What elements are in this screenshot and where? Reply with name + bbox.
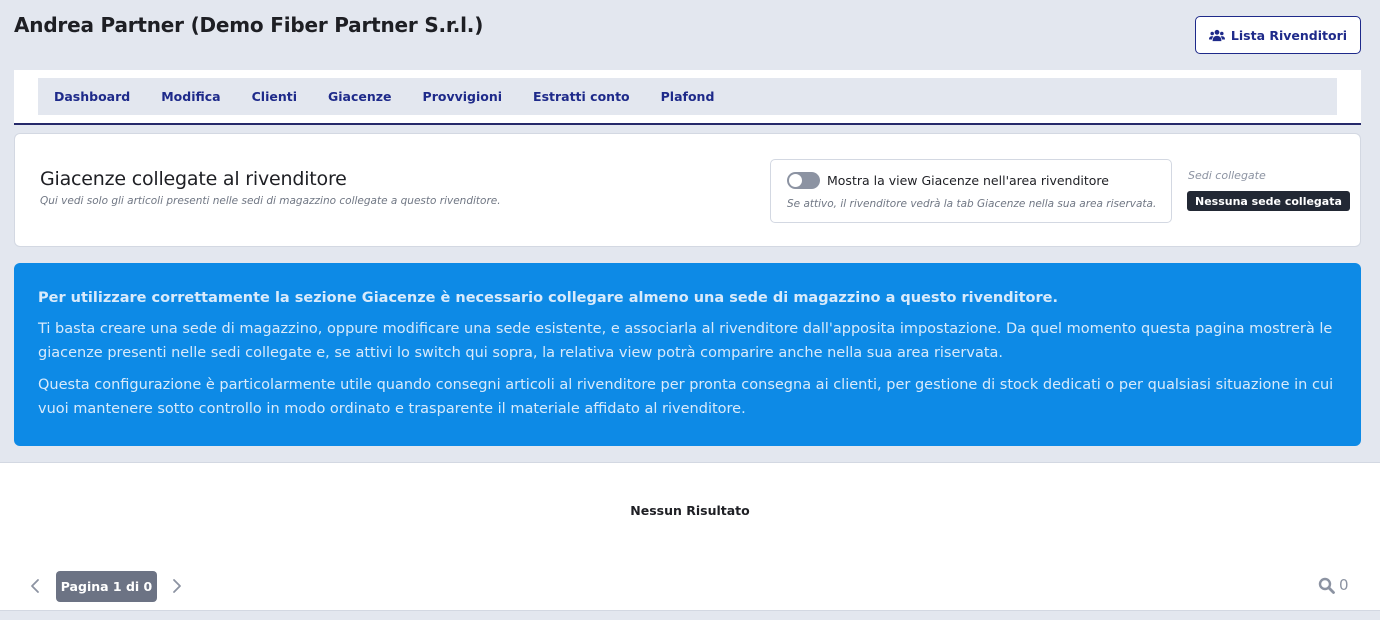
lista-rivenditori-label: Lista Rivenditori (1230, 27, 1348, 43)
switch-knob (789, 174, 802, 187)
tab-giacenze[interactable]: Giacenze (328, 89, 392, 104)
alert-paragraph-2: Questa configurazione è particolarmente … (38, 377, 1334, 417)
users-icon (1208, 29, 1225, 41)
empty-message: Nessun Risultato (630, 503, 750, 518)
card-title: Giacenze collegate al rivenditore (40, 168, 347, 190)
alert-paragraph-1: Ti basta creare una sede di magazzino, o… (38, 321, 1333, 361)
bottom-strip (0, 610, 1380, 620)
info-alert: Per utilizzare correttamente la sezione … (14, 263, 1361, 446)
sedi-status-badge: Nessuna sede collegata (1187, 191, 1350, 211)
search-count: 0 (1339, 576, 1349, 594)
lista-rivenditori-button[interactable]: Lista Rivenditori (1195, 16, 1361, 54)
switch-label: Mostra la view Giacenze nell'area rivend… (827, 173, 1109, 188)
search-toggle[interactable]: 0 (1318, 576, 1349, 594)
toggle-box: Mostra la view Giacenze nell'area rivend… (770, 159, 1172, 223)
tab-clienti[interactable]: Clienti (252, 89, 297, 104)
giacenze-card: Giacenze collegate al rivenditore Qui ve… (14, 133, 1361, 247)
view-giacenze-switch[interactable] (787, 172, 820, 189)
chevron-left-icon[interactable] (28, 578, 42, 594)
search-icon (1318, 577, 1335, 594)
nav-container: Dashboard Modifica Clienti Giacenze Prov… (14, 70, 1361, 125)
results-panel: Nessun Risultato Pagina 1 di 0 0 (0, 462, 1380, 610)
tab-modifica[interactable]: Modifica (161, 89, 220, 104)
chevron-right-icon[interactable] (170, 578, 184, 594)
page-title: Andrea Partner (Demo Fiber Partner S.r.l… (14, 13, 484, 37)
page-indicator: Pagina 1 di 0 (56, 571, 157, 602)
nav-bar: Dashboard Modifica Clienti Giacenze Prov… (38, 78, 1337, 115)
tab-plafond[interactable]: Plafond (661, 89, 715, 104)
card-subtitle: Qui vedi solo gli articoli presenti nell… (40, 195, 501, 207)
switch-hint: Se attivo, il rivenditore vedrà la tab G… (787, 198, 1157, 210)
tab-provvigioni[interactable]: Provvigioni (423, 89, 503, 104)
alert-heading: Per utilizzare correttamente la sezione … (38, 290, 1058, 306)
tab-dashboard[interactable]: Dashboard (54, 89, 130, 104)
sedi-collegate-label: Sedi collegate (1188, 169, 1266, 182)
tab-estratti-conto[interactable]: Estratti conto (533, 89, 630, 104)
